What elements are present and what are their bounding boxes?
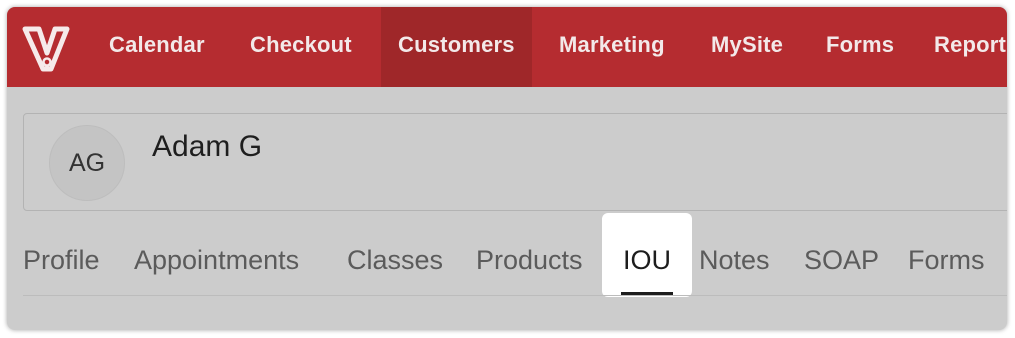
app-window: Calendar Checkout Customers Marketing My… bbox=[7, 7, 1007, 330]
nav-item-forms[interactable]: Forms bbox=[809, 7, 911, 87]
tab-iou-label: IOU bbox=[622, 245, 671, 275]
nav-item-reports[interactable]: Reports bbox=[917, 7, 1007, 87]
customer-name: Adam G bbox=[152, 130, 263, 163]
top-navigation-bar: Calendar Checkout Customers Marketing My… bbox=[7, 7, 1007, 87]
nav-item-mysite[interactable]: MySite bbox=[694, 7, 800, 87]
customer-profile-card: AG Adam G bbox=[23, 113, 1007, 211]
customer-avatar[interactable]: AG bbox=[49, 125, 125, 201]
nav-item-customers[interactable]: Customers bbox=[381, 7, 532, 87]
tab-forms[interactable]: Forms bbox=[908, 213, 985, 297]
nav-item-marketing[interactable]: Marketing bbox=[542, 7, 682, 87]
tab-appointments[interactable]: Appointments bbox=[134, 213, 299, 297]
tab-products[interactable]: Products bbox=[476, 213, 583, 297]
tab-iou[interactable]: IOU bbox=[602, 213, 692, 297]
tabs-divider bbox=[23, 295, 1007, 296]
nav-item-calendar[interactable]: Calendar bbox=[92, 7, 222, 87]
nav-item-checkout[interactable]: Checkout bbox=[233, 7, 369, 87]
tab-profile[interactable]: Profile bbox=[23, 213, 100, 297]
customer-tabs: Profile Appointments Classes Products IO… bbox=[7, 213, 1007, 303]
vagaro-logo-icon[interactable] bbox=[17, 19, 75, 77]
tab-soap[interactable]: SOAP bbox=[804, 213, 879, 297]
tab-notes[interactable]: Notes bbox=[699, 213, 770, 297]
tab-classes[interactable]: Classes bbox=[347, 213, 443, 297]
